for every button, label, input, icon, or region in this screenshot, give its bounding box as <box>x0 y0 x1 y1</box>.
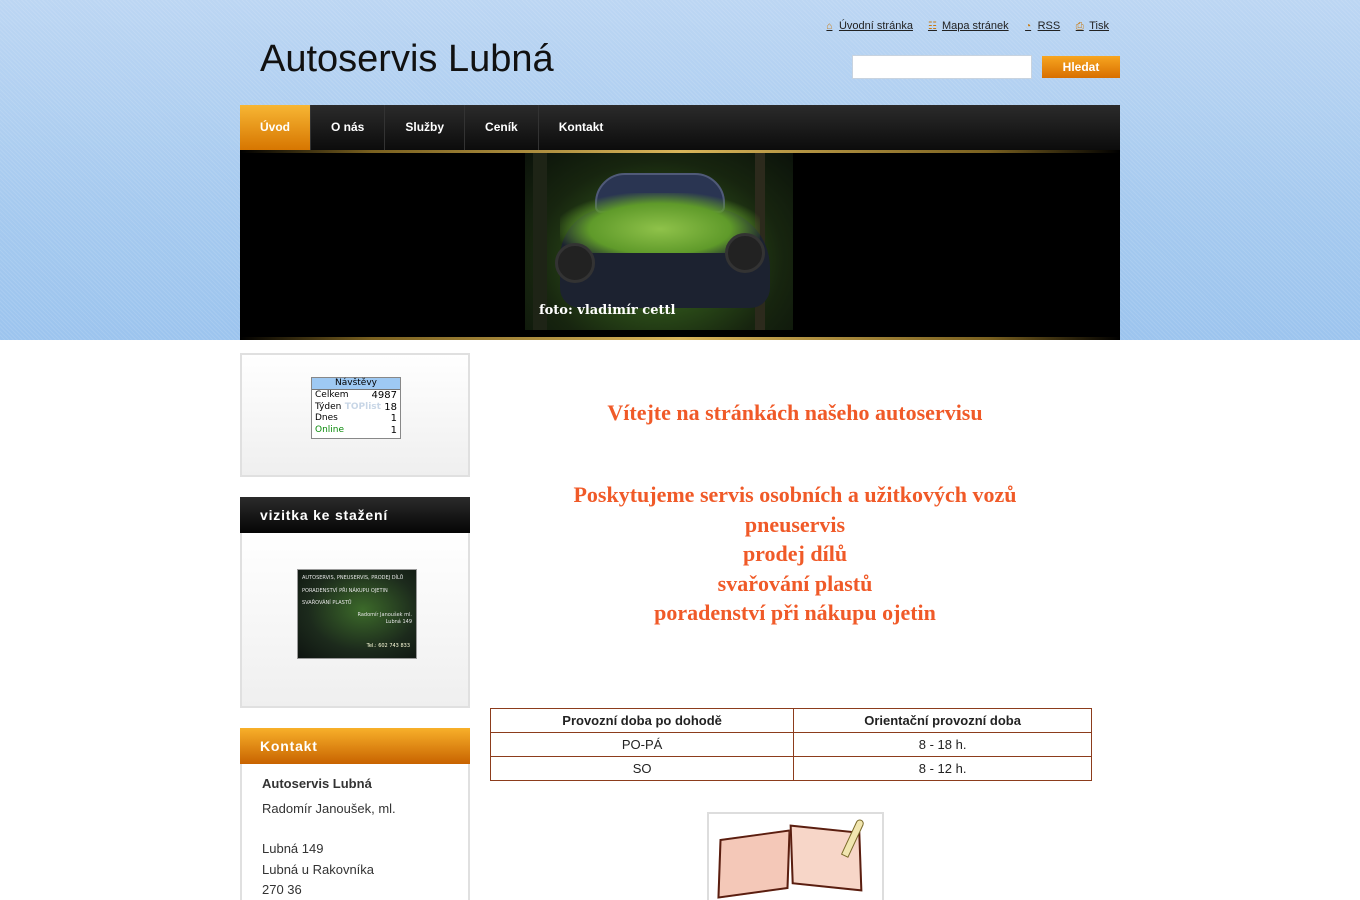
quicklink-label: Tisk <box>1089 20 1109 32</box>
banner-photo-mossy-car: foto: vladimír cettl <box>525 153 793 330</box>
service-line: Poskytujeme servis osobních a užitkových… <box>573 482 1017 507</box>
quicklink-label: Mapa stránek <box>941 20 1009 32</box>
service-line: svařování plastů <box>717 570 873 596</box>
nav-item-cenik[interactable]: Ceník <box>465 105 539 150</box>
site-title[interactable]: Autoservis Lubná <box>260 38 554 81</box>
counter-value: 4987 <box>371 390 397 401</box>
print-icon: ⎙ <box>1075 20 1084 32</box>
nav-item-kontakt[interactable]: Kontakt <box>539 105 624 150</box>
table-cell: 8 - 12 h. <box>793 756 1092 781</box>
welcome-heading: Vítejte na stránkách našeho autoservisu <box>607 400 983 425</box>
counter-label: Dnes <box>315 413 338 423</box>
card-line: PORADENSTVÍ PŘI NÁKUPU OJETIN <box>302 588 388 594</box>
nav-item-uvod[interactable]: Úvod <box>240 105 311 150</box>
contact-box: Autoservis Lubná Radomír Janoušek, ml. L… <box>240 764 470 900</box>
card-phone: Tel.: 602 743 833 <box>366 643 410 649</box>
contact-name: Autoservis Lubná <box>262 776 372 791</box>
table-row: SO 8 - 12 h. <box>489 756 1092 781</box>
counter-value: 1 <box>390 413 397 424</box>
counter-row: Online 1 <box>312 425 400 437</box>
book-page-left <box>717 829 791 899</box>
contact-heading: Kontakt <box>240 728 470 764</box>
table-cell: 8 - 18 h. <box>793 732 1092 757</box>
visit-counter[interactable]: Návštěvy Celkem 4987 Týden TOPlist 18 Dnes 1… <box>311 377 401 439</box>
quicklink-rss[interactable]: ◔ RSS <box>1023 20 1061 32</box>
counter-value: 1 <box>390 424 397 436</box>
card-line: SVAŘOVÁNÍ PLASTŮ <box>302 600 352 606</box>
quicklinks: ⌂ Úvodní stránka ☷ Mapa stránek ◔ RSS ⎙ Tisk <box>824 20 1109 32</box>
quicklink-label: Úvodní stránka <box>838 20 913 32</box>
photo-caption: foto: vladimír cettl <box>539 303 676 318</box>
opening-hours-table: Provozní doba po dohodě Orientační provo… <box>489 708 1092 781</box>
search-button[interactable]: Hledat <box>1042 56 1120 78</box>
visit-counter-box: Návštěvy Celkem 4987 Týden TOPlist 18 Dnes 1… <box>240 353 470 477</box>
service-line: pneuservis <box>744 511 846 537</box>
table-header: Provozní doba po dohodě <box>489 708 795 733</box>
vizitka-heading: vizitka ke stažení <box>240 497 470 533</box>
book-illustration <box>707 812 884 900</box>
car-wheel <box>725 233 765 273</box>
contact-details: Autoservis Lubná Radomír Janoušek, ml. L… <box>262 774 396 900</box>
table-header-row: Provozní doba po dohodě Orientační provo… <box>489 708 1092 733</box>
quicklink-home[interactable]: ⌂ Úvodní stránka <box>824 20 913 32</box>
counter-watermark: TOPlist <box>344 401 381 412</box>
contact-zip: 270 36 <box>262 882 302 897</box>
home-icon: ⌂ <box>826 20 833 32</box>
service-line: prodej dílů <box>742 541 848 567</box>
card-line: AUTOSERVIS, PNEUSERVIS, PRODEJ DÍLŮ <box>302 575 404 581</box>
car-wheel <box>555 243 595 283</box>
card-line: Lubná 149 <box>385 619 412 625</box>
quicklink-print[interactable]: ⎙ Tisk <box>1074 20 1109 32</box>
contact-city: Lubná u Rakovníka <box>262 861 375 877</box>
quicklink-label: RSS <box>1037 20 1061 32</box>
sitemap-icon: ☷ <box>927 20 937 32</box>
header-banner: foto: vladimír cettl <box>240 150 1120 340</box>
nav-item-sluzby[interactable]: Služby <box>385 105 466 150</box>
search-input[interactable] <box>852 55 1032 79</box>
quicklink-sitemap[interactable]: ☷ Mapa stránek <box>927 20 1009 32</box>
table-cell: PO-PÁ <box>489 732 795 757</box>
table-header: Orientační provozní doba <box>793 708 1092 733</box>
banner-gold-line <box>240 337 1120 340</box>
business-card-thumbnail[interactable]: AUTOSERVIS, PNEUSERVIS, PRODEJ DÍLŮ PORA… <box>297 569 417 659</box>
main-nav: Úvod O nás Služby Ceník Kontakt <box>240 105 1120 150</box>
services-list: Poskytujeme servis osobních a užitkových… <box>490 480 1100 628</box>
nav-item-o-nas[interactable]: O nás <box>311 105 386 150</box>
counter-label: Celkem <box>315 390 349 400</box>
vizitka-box: AUTOSERVIS, PNEUSERVIS, PRODEJ DÍLŮ PORA… <box>240 533 470 708</box>
card-line: Radomír Janoušek ml. <box>357 612 412 618</box>
counter-row: Dnes 1 <box>312 413 400 425</box>
counter-value: 18 <box>384 401 397 413</box>
service-line: poradenství při nákupu ojetin <box>654 600 936 626</box>
counter-title: Návštěvy <box>312 378 400 390</box>
table-cell: SO <box>489 756 795 781</box>
counter-row: Celkem 4987 <box>312 390 400 402</box>
contact-street: Lubná 149 <box>262 841 324 856</box>
rss-icon: ◔ <box>1025 20 1032 32</box>
counter-label: Týden <box>315 401 342 412</box>
counter-row: Týden TOPlist 18 <box>312 402 400 414</box>
table-row: PO-PÁ 8 - 18 h. <box>489 732 1092 757</box>
contact-person: Radomír Janoušek, ml. <box>262 800 396 816</box>
counter-label: Online <box>315 424 345 435</box>
